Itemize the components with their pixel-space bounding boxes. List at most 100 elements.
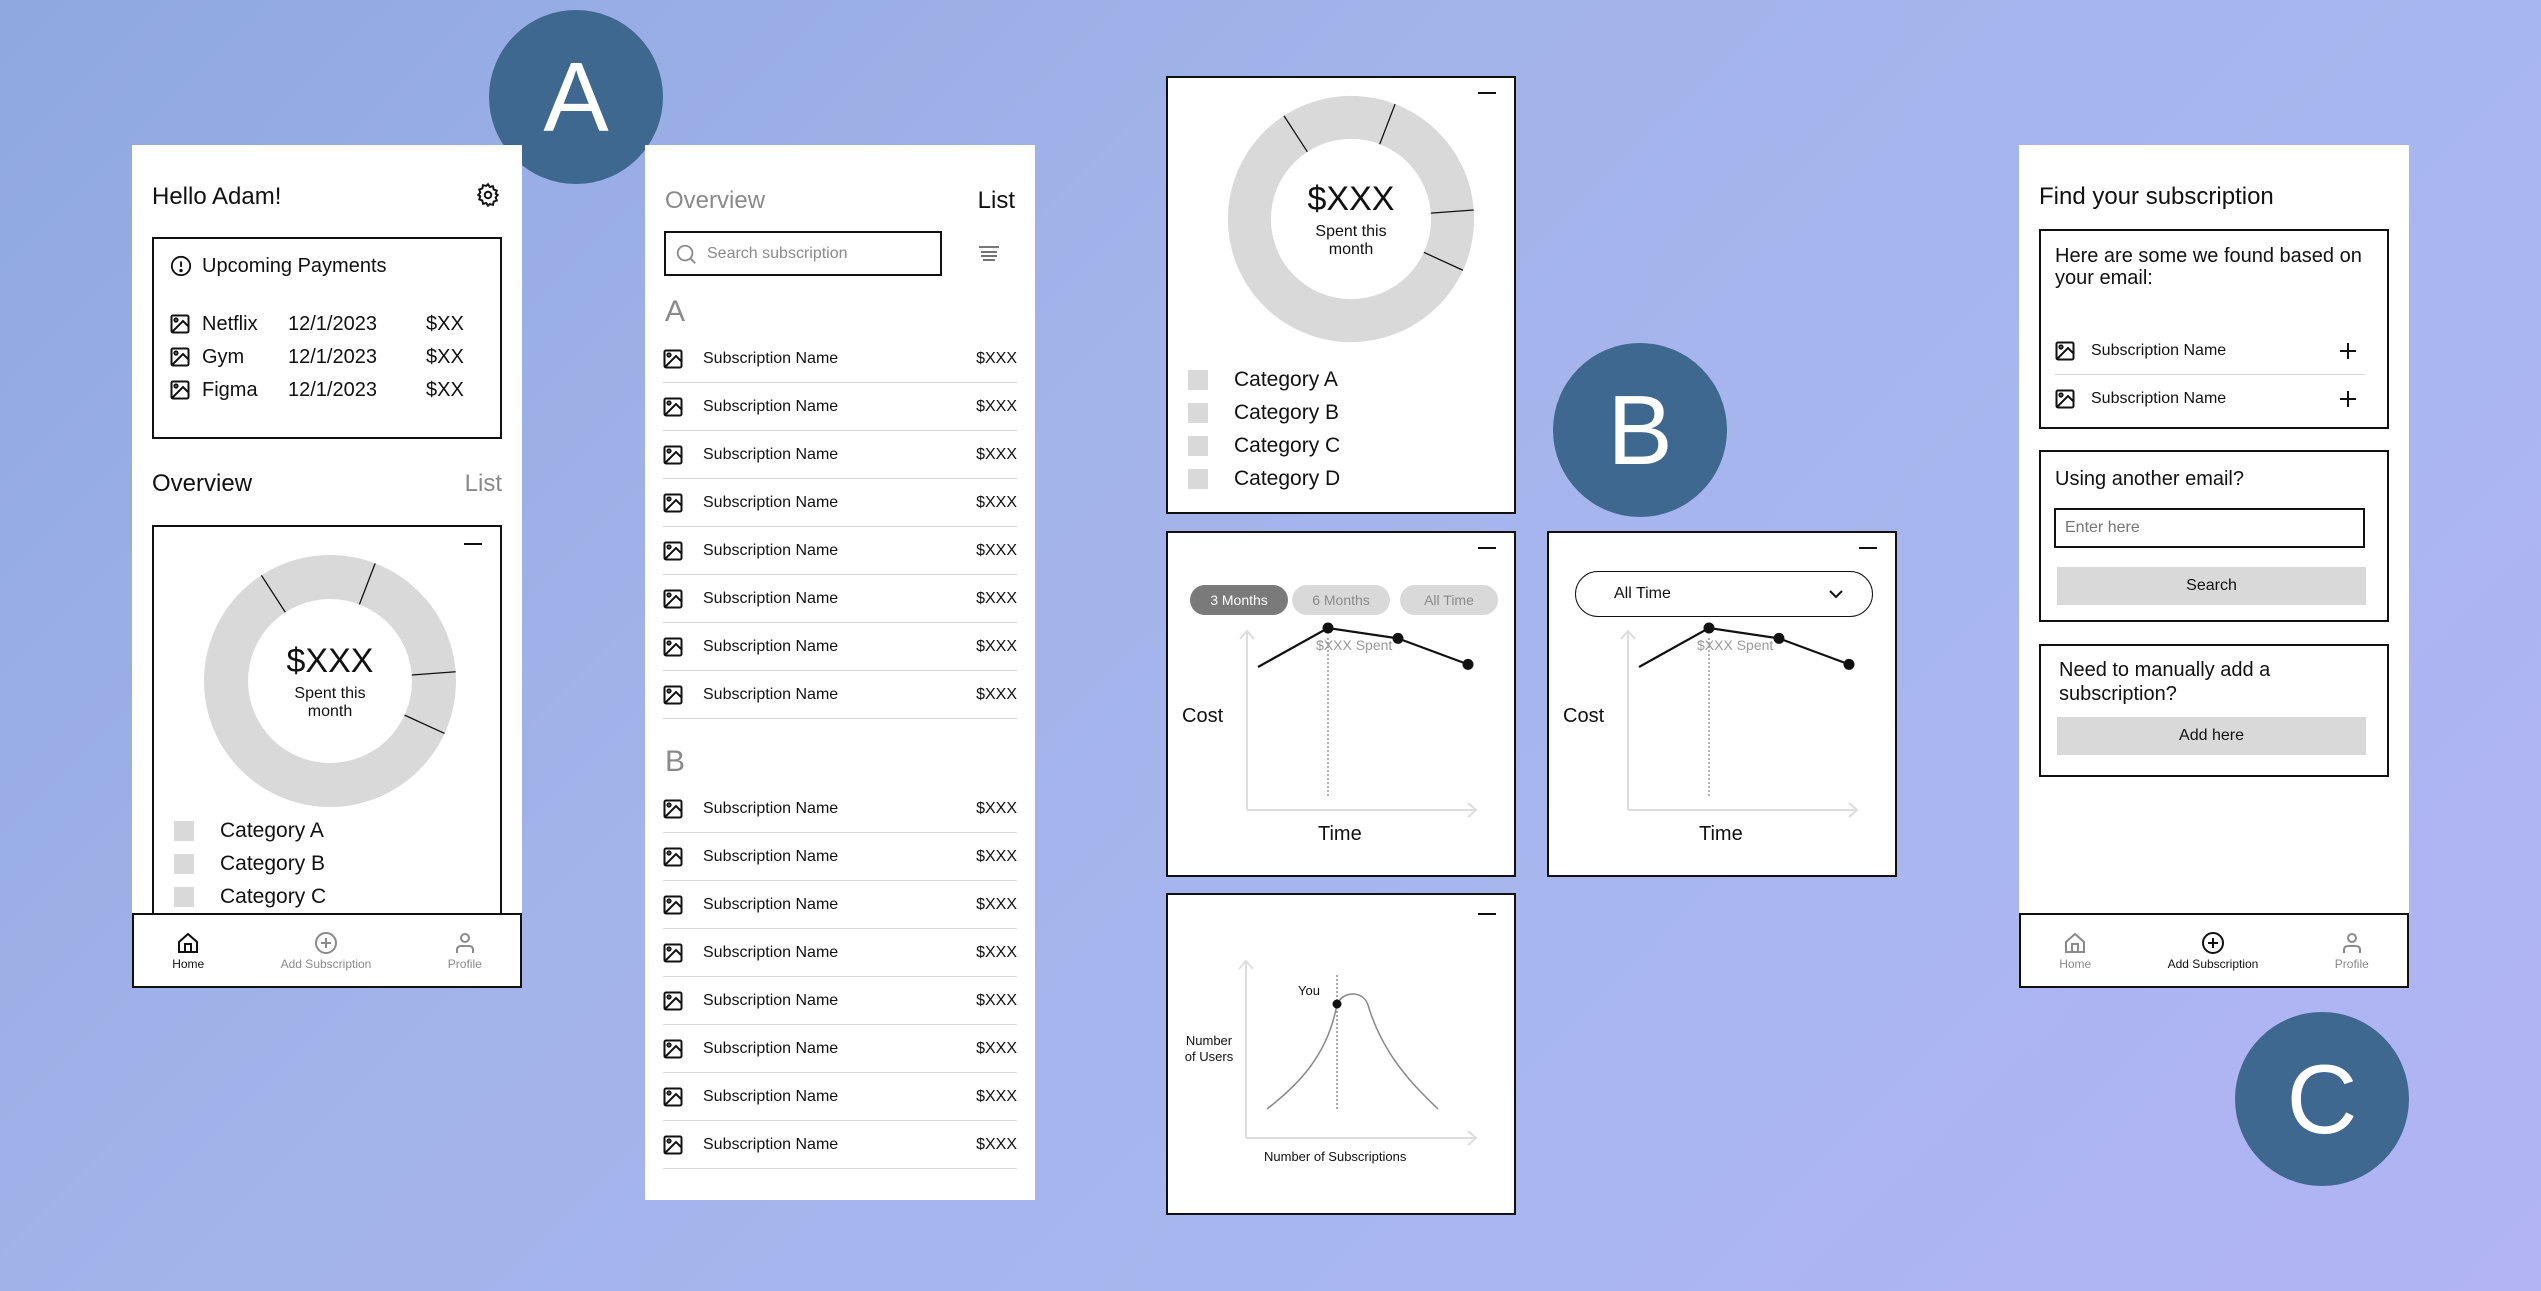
section-letter: B xyxy=(665,745,686,778)
image-icon xyxy=(663,1039,683,1058)
list-item[interactable]: Subscription Name $XXX xyxy=(663,431,1017,479)
list-item[interactable]: Subscription Name $XXX xyxy=(663,833,1017,881)
user-icon xyxy=(2342,932,2361,953)
donut-caption-line1: Spent this xyxy=(294,684,366,702)
payment-amount: $XX xyxy=(426,345,464,368)
section-letter: A xyxy=(665,295,686,328)
subscription-name: Subscription Name xyxy=(703,493,839,511)
subscription-amount: $XXX xyxy=(976,1039,1017,1057)
home-icon xyxy=(2065,932,2086,953)
nav-label: Home xyxy=(2059,956,2092,971)
nav-item-home[interactable]: Home xyxy=(2059,931,2091,971)
legend-label: Category A xyxy=(1234,368,1338,391)
image-icon xyxy=(2055,341,2075,360)
subscription-name: Subscription Name xyxy=(703,895,839,913)
list-item[interactable]: Subscription Name $XXX xyxy=(663,623,1017,671)
upcoming-payment-row[interactable]: Gym 12/1/2023 $XX xyxy=(170,344,490,370)
subscription-amount: $XXX xyxy=(976,541,1017,559)
nav-item-home[interactable]: Home xyxy=(172,931,204,971)
subscription-name: Subscription Name xyxy=(703,685,839,703)
list-item[interactable]: Subscription Name $XXX xyxy=(663,881,1017,929)
badge-c: C xyxy=(2235,1012,2409,1186)
donut-caption-line2: month xyxy=(1328,240,1374,258)
x-axis-label: Time xyxy=(1699,823,1743,845)
badge-c-letter: C xyxy=(2286,1043,2358,1154)
nav-item-add-subscription[interactable]: Add Subscription xyxy=(281,931,371,971)
nav-label: Profile xyxy=(2334,956,2369,971)
greeting: Hello Adam! xyxy=(152,183,282,210)
plus-circle-icon xyxy=(2201,931,2224,954)
data-point xyxy=(1773,632,1785,644)
tab-overview[interactable]: Overview xyxy=(152,470,252,498)
list-item[interactable]: Subscription Name $XXX xyxy=(663,479,1017,527)
payment-name: Gym xyxy=(202,345,245,368)
list-item[interactable]: Subscription Name $XXX xyxy=(663,671,1017,719)
email-input[interactable] xyxy=(2054,508,2365,548)
subscription-name: Subscription Name xyxy=(703,589,839,607)
add-icon[interactable] xyxy=(2339,390,2357,408)
list-item[interactable]: Subscription Name $XXX xyxy=(663,383,1017,431)
legend-item: Category A xyxy=(1188,368,1338,392)
subscription-amount: $XXX xyxy=(976,445,1017,463)
payment-date: 12/1/2023 xyxy=(288,378,377,401)
upcoming-payment-row[interactable]: Figma 12/1/2023 $XX xyxy=(170,377,490,403)
found-subscriptions-card: Here are some we found based on your ema… xyxy=(2039,229,2389,429)
list-item[interactable]: Subscription Name $XXX xyxy=(663,1073,1017,1121)
list-item[interactable]: Subscription Name $XXX xyxy=(663,1025,1017,1073)
search-button[interactable]: Search xyxy=(2057,567,2366,605)
search-input[interactable]: Search subscription xyxy=(664,231,942,276)
list-item[interactable]: Subscription Name $XXX xyxy=(663,575,1017,623)
list-item[interactable]: Subscription Name $XXX xyxy=(663,785,1017,833)
legend-label: Category C xyxy=(220,885,327,908)
collapse-icon[interactable] xyxy=(464,543,482,545)
data-point xyxy=(1843,658,1855,670)
subscription-name: Subscription Name xyxy=(2091,390,2227,407)
subscription-name: Subscription Name xyxy=(703,943,839,961)
add-here-button[interactable]: Add here xyxy=(2057,717,2366,755)
payment-name: Netflix xyxy=(202,312,258,335)
legend-item: Category D xyxy=(1188,467,1340,491)
y-axis-label: Cost xyxy=(1563,705,1605,727)
filter-lines-icon[interactable] xyxy=(978,244,1000,262)
nav-label: Profile xyxy=(447,956,482,971)
list-item[interactable]: Subscription Name $XXX xyxy=(663,977,1017,1025)
collapse-icon[interactable] xyxy=(1478,92,1496,94)
legend-label: Category C xyxy=(1234,434,1341,457)
tab-overview[interactable]: Overview xyxy=(665,187,765,215)
you-label: You xyxy=(1298,983,1320,998)
add-icon[interactable] xyxy=(2339,342,2357,360)
image-icon xyxy=(663,943,683,962)
y-axis-label: Cost xyxy=(1182,705,1224,727)
list-item[interactable]: Subscription Name $XXX xyxy=(663,1121,1017,1169)
legend-label: Category B xyxy=(220,852,326,875)
tab-list[interactable]: List xyxy=(465,470,502,498)
nav-label: Home xyxy=(172,956,205,971)
image-icon xyxy=(663,397,683,416)
plus-circle-icon xyxy=(314,931,337,954)
nav-item-profile[interactable]: Profile xyxy=(448,931,482,971)
y-axis-label-line1: Number xyxy=(1185,1033,1233,1048)
nav-item-profile[interactable]: Profile xyxy=(2335,931,2369,971)
you-marker xyxy=(1332,999,1342,1009)
list-item[interactable]: Subscription Name $XXX xyxy=(663,335,1017,383)
search-icon xyxy=(676,244,696,264)
subscription-amount: $XXX xyxy=(976,1135,1017,1153)
image-icon xyxy=(170,347,190,367)
distribution-widget: You Number of Users Number of Subscripti… xyxy=(1166,893,1516,1215)
upcoming-payment-row[interactable]: Netflix 12/1/2023 $XX xyxy=(170,311,490,337)
donut-amount: $XXX xyxy=(286,641,374,680)
subscription-name: Subscription Name xyxy=(703,799,839,817)
image-icon xyxy=(663,895,683,914)
tab-list[interactable]: List xyxy=(978,187,1015,215)
y-axis-label-line2: of Users xyxy=(1184,1049,1234,1064)
nav-item-add-subscription[interactable]: Add Subscription xyxy=(2168,931,2258,971)
image-icon xyxy=(170,314,190,334)
list-item[interactable]: Subscription Name $XXX xyxy=(663,527,1017,575)
x-axis-label: Time xyxy=(1318,823,1362,845)
x-axis-label: Number of Subscriptions xyxy=(1264,1149,1407,1164)
image-icon xyxy=(663,493,683,512)
list-screen: Overview List Search subscription A Subsc… xyxy=(645,145,1035,1200)
list-item[interactable]: Subscription Name $XXX xyxy=(663,929,1017,977)
gear-icon[interactable] xyxy=(475,182,501,208)
legend-label: Category B xyxy=(1234,401,1340,424)
